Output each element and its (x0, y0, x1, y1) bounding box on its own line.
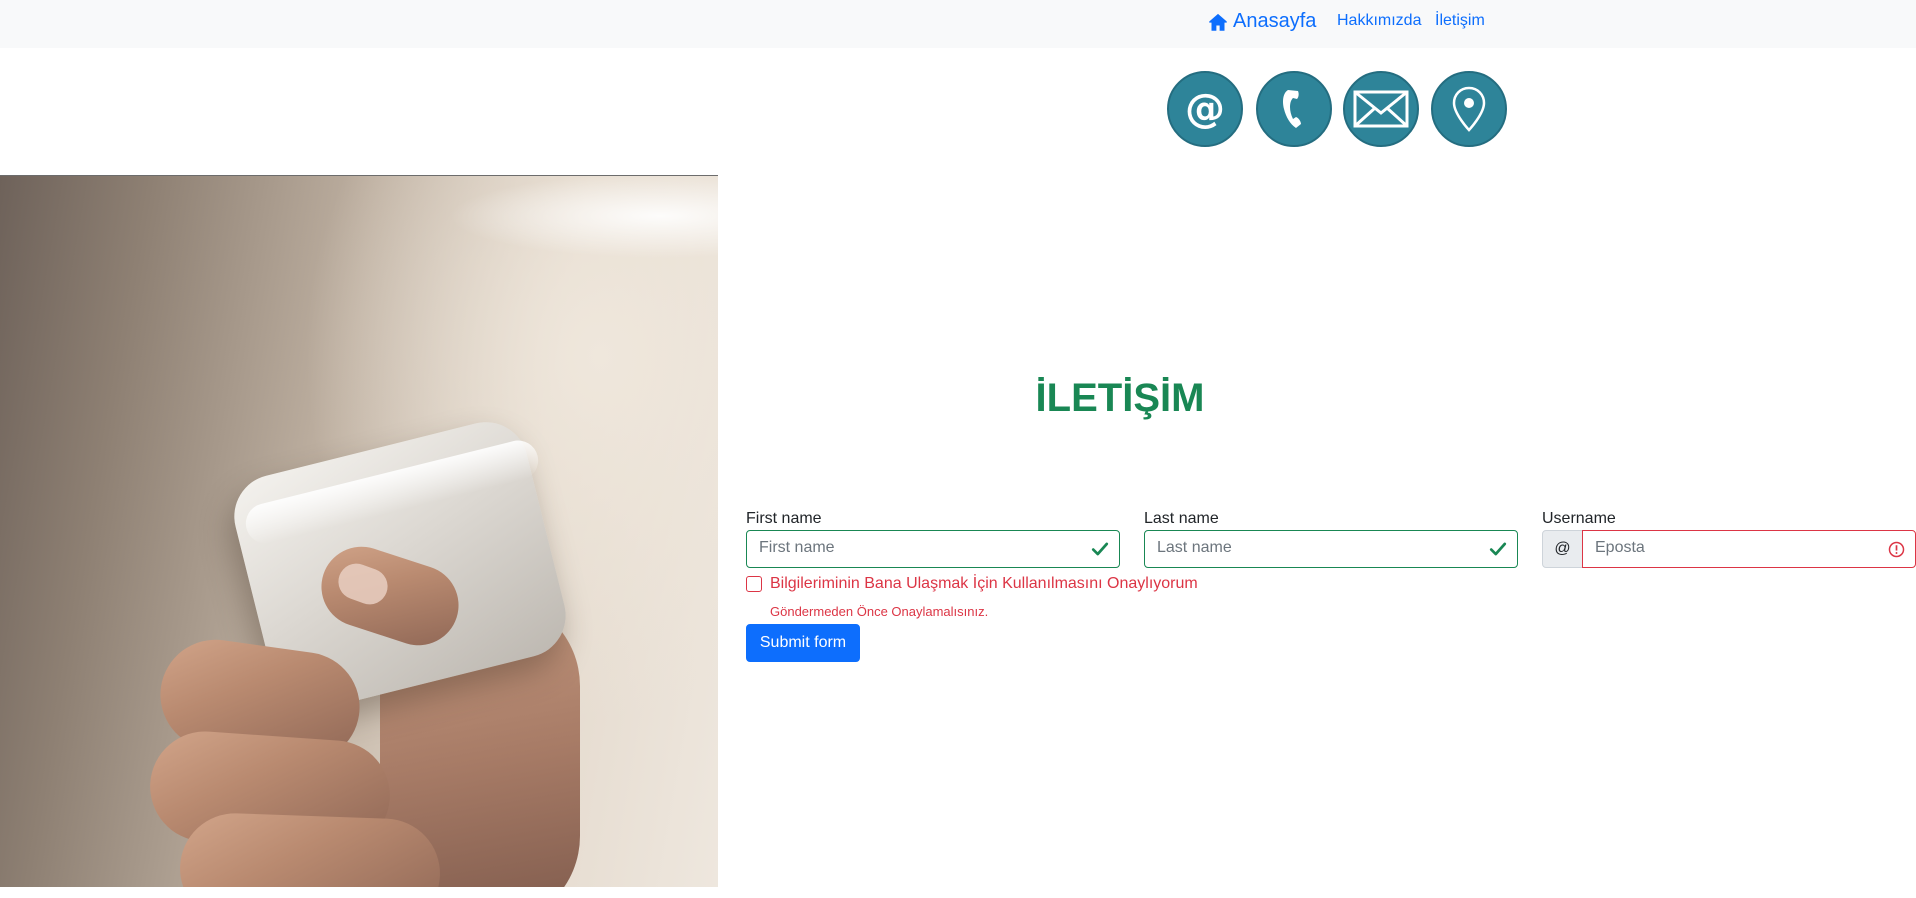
email-field[interactable]: Eposta (1582, 530, 1916, 568)
envelope-icon[interactable] (1343, 71, 1419, 147)
check-icon (1091, 542, 1109, 556)
consent-checkbox[interactable] (746, 576, 762, 592)
first-name-placeholder: First name (759, 539, 835, 556)
home-icon (1209, 13, 1227, 31)
nav-link-about[interactable]: Hakkımızda (1337, 12, 1421, 30)
nav-brand-home[interactable]: Anasayfa (1208, 10, 1316, 33)
location-pin-icon[interactable] (1431, 71, 1507, 147)
consent-feedback: Göndermeden Önce Onaylamalısınız. (770, 604, 989, 619)
consent-label[interactable]: Bilgileriminin Bana Ulaşmak İçin Kullanı… (770, 575, 1198, 593)
svg-text:@: @ (1185, 86, 1225, 132)
check-icon (1489, 542, 1507, 556)
email-placeholder: Eposta (1595, 539, 1645, 556)
at-sign-icon[interactable]: @ (1167, 71, 1243, 147)
phone-icon[interactable] (1256, 71, 1332, 147)
nav-brand-label: Anasayfa (1233, 10, 1317, 32)
submit-button[interactable]: Submit form (746, 624, 860, 662)
last-name-placeholder: Last name (1157, 539, 1232, 556)
page-title: İLETİŞİM (1035, 376, 1205, 420)
hero-image (0, 175, 718, 887)
nav-link-contact[interactable]: İletişim (1435, 12, 1485, 30)
consent-row: Bilgileriminin Bana Ulaşmak İçin Kullanı… (746, 575, 1198, 593)
username-prefix: @ (1542, 530, 1583, 568)
username-label: Username (1542, 510, 1616, 527)
first-name-field[interactable]: First name (746, 530, 1120, 568)
first-name-label: First name (746, 510, 822, 527)
navbar: Anasayfa Hakkımızda İletişim (0, 0, 1916, 48)
last-name-label: Last name (1144, 510, 1219, 527)
last-name-field[interactable]: Last name (1144, 530, 1518, 568)
error-icon (1888, 541, 1905, 558)
